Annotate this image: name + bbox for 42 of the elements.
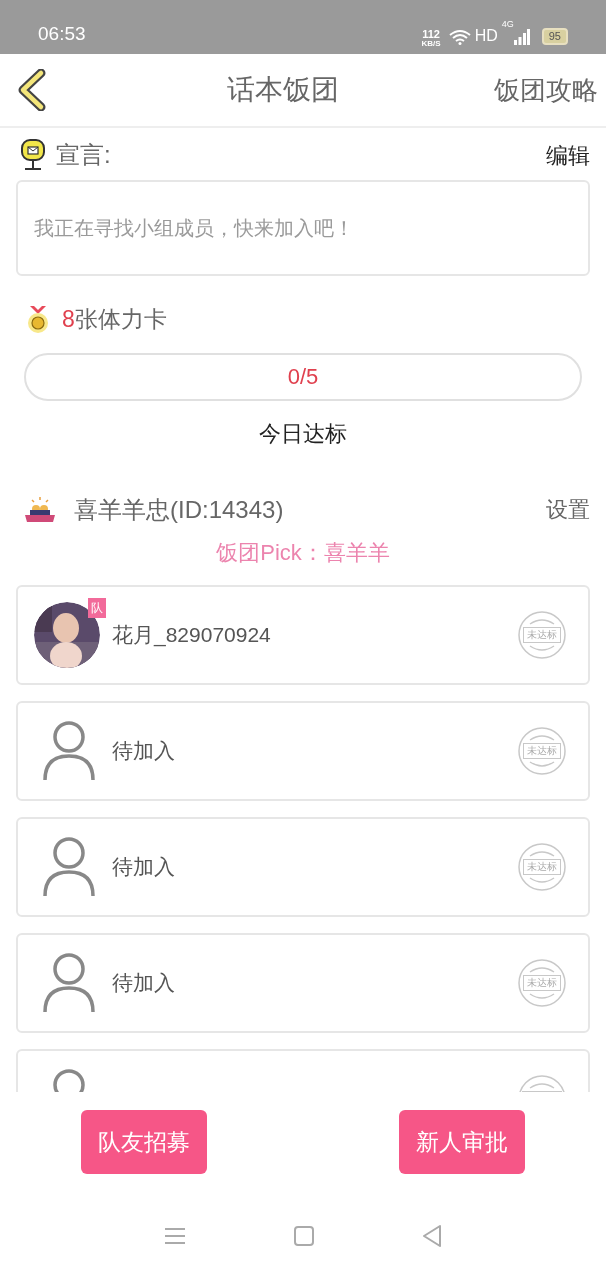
member-name: 待加入 [112, 853, 176, 880]
daily-goal-caption: 今日达标 [259, 419, 347, 448]
speed-unit: KB/S [421, 40, 441, 48]
member-card[interactable]: 待加入 未达标 [16, 932, 590, 1033]
not-achieved-stamp: 未达标 [516, 725, 568, 776]
stamina-card-count: 8张体力卡 [62, 305, 167, 334]
not-achieved-stamp: 未达标 [516, 609, 568, 660]
member-card[interactable]: 队 花月_829070924 未达标 [16, 584, 590, 685]
member-card[interactable]: 待加入 未达标 [16, 700, 590, 801]
captain-badge: 队 [88, 597, 106, 618]
back-button[interactable] [16, 68, 48, 112]
not-achieved-stamp: 未达标 [516, 841, 568, 892]
mailbox-icon [20, 139, 46, 171]
member-name: 待加入 [112, 969, 176, 996]
member-card[interactable]: 待加入 未达标 [16, 816, 590, 917]
network-speed: 112 [422, 29, 440, 40]
guide-link[interactable]: 饭团攻略 [494, 70, 598, 110]
wifi-icon [448, 29, 471, 45]
team-name: 喜羊羊忠(ID:14343) [74, 494, 284, 525]
edit-button[interactable]: 编辑 [546, 138, 590, 172]
declaration-field[interactable]: 我正在寻找小组成员，快来加入吧！ [16, 180, 590, 276]
settings-button[interactable]: 设置 [546, 493, 590, 526]
network-type: 4G [501, 18, 514, 31]
battery-indicator: 95 [541, 28, 568, 45]
team-emblem-icon [24, 495, 56, 524]
not-achieved-stamp: 未达标 [516, 957, 568, 1008]
menu-icon[interactable] [163, 1226, 187, 1246]
member-name: 待加入 [112, 737, 176, 764]
home-icon[interactable] [293, 1225, 315, 1247]
signal-icon [513, 29, 530, 45]
person-silhouette-icon [42, 719, 96, 782]
back-icon[interactable] [421, 1224, 443, 1248]
team-pick: 饭团Pick：喜羊羊 [216, 538, 390, 567]
progress-reading: 0/5 [287, 363, 319, 391]
person-silhouette-icon [42, 835, 96, 898]
page-title: 话本饭团 [227, 73, 339, 107]
declaration-label: 宣言: [56, 140, 111, 170]
clock: 06:53 [38, 21, 86, 46]
medal-icon [26, 304, 50, 335]
hd-indicator: HD [474, 26, 498, 46]
member-name: 花月_829070924 [112, 621, 272, 649]
person-silhouette-icon [42, 951, 96, 1014]
